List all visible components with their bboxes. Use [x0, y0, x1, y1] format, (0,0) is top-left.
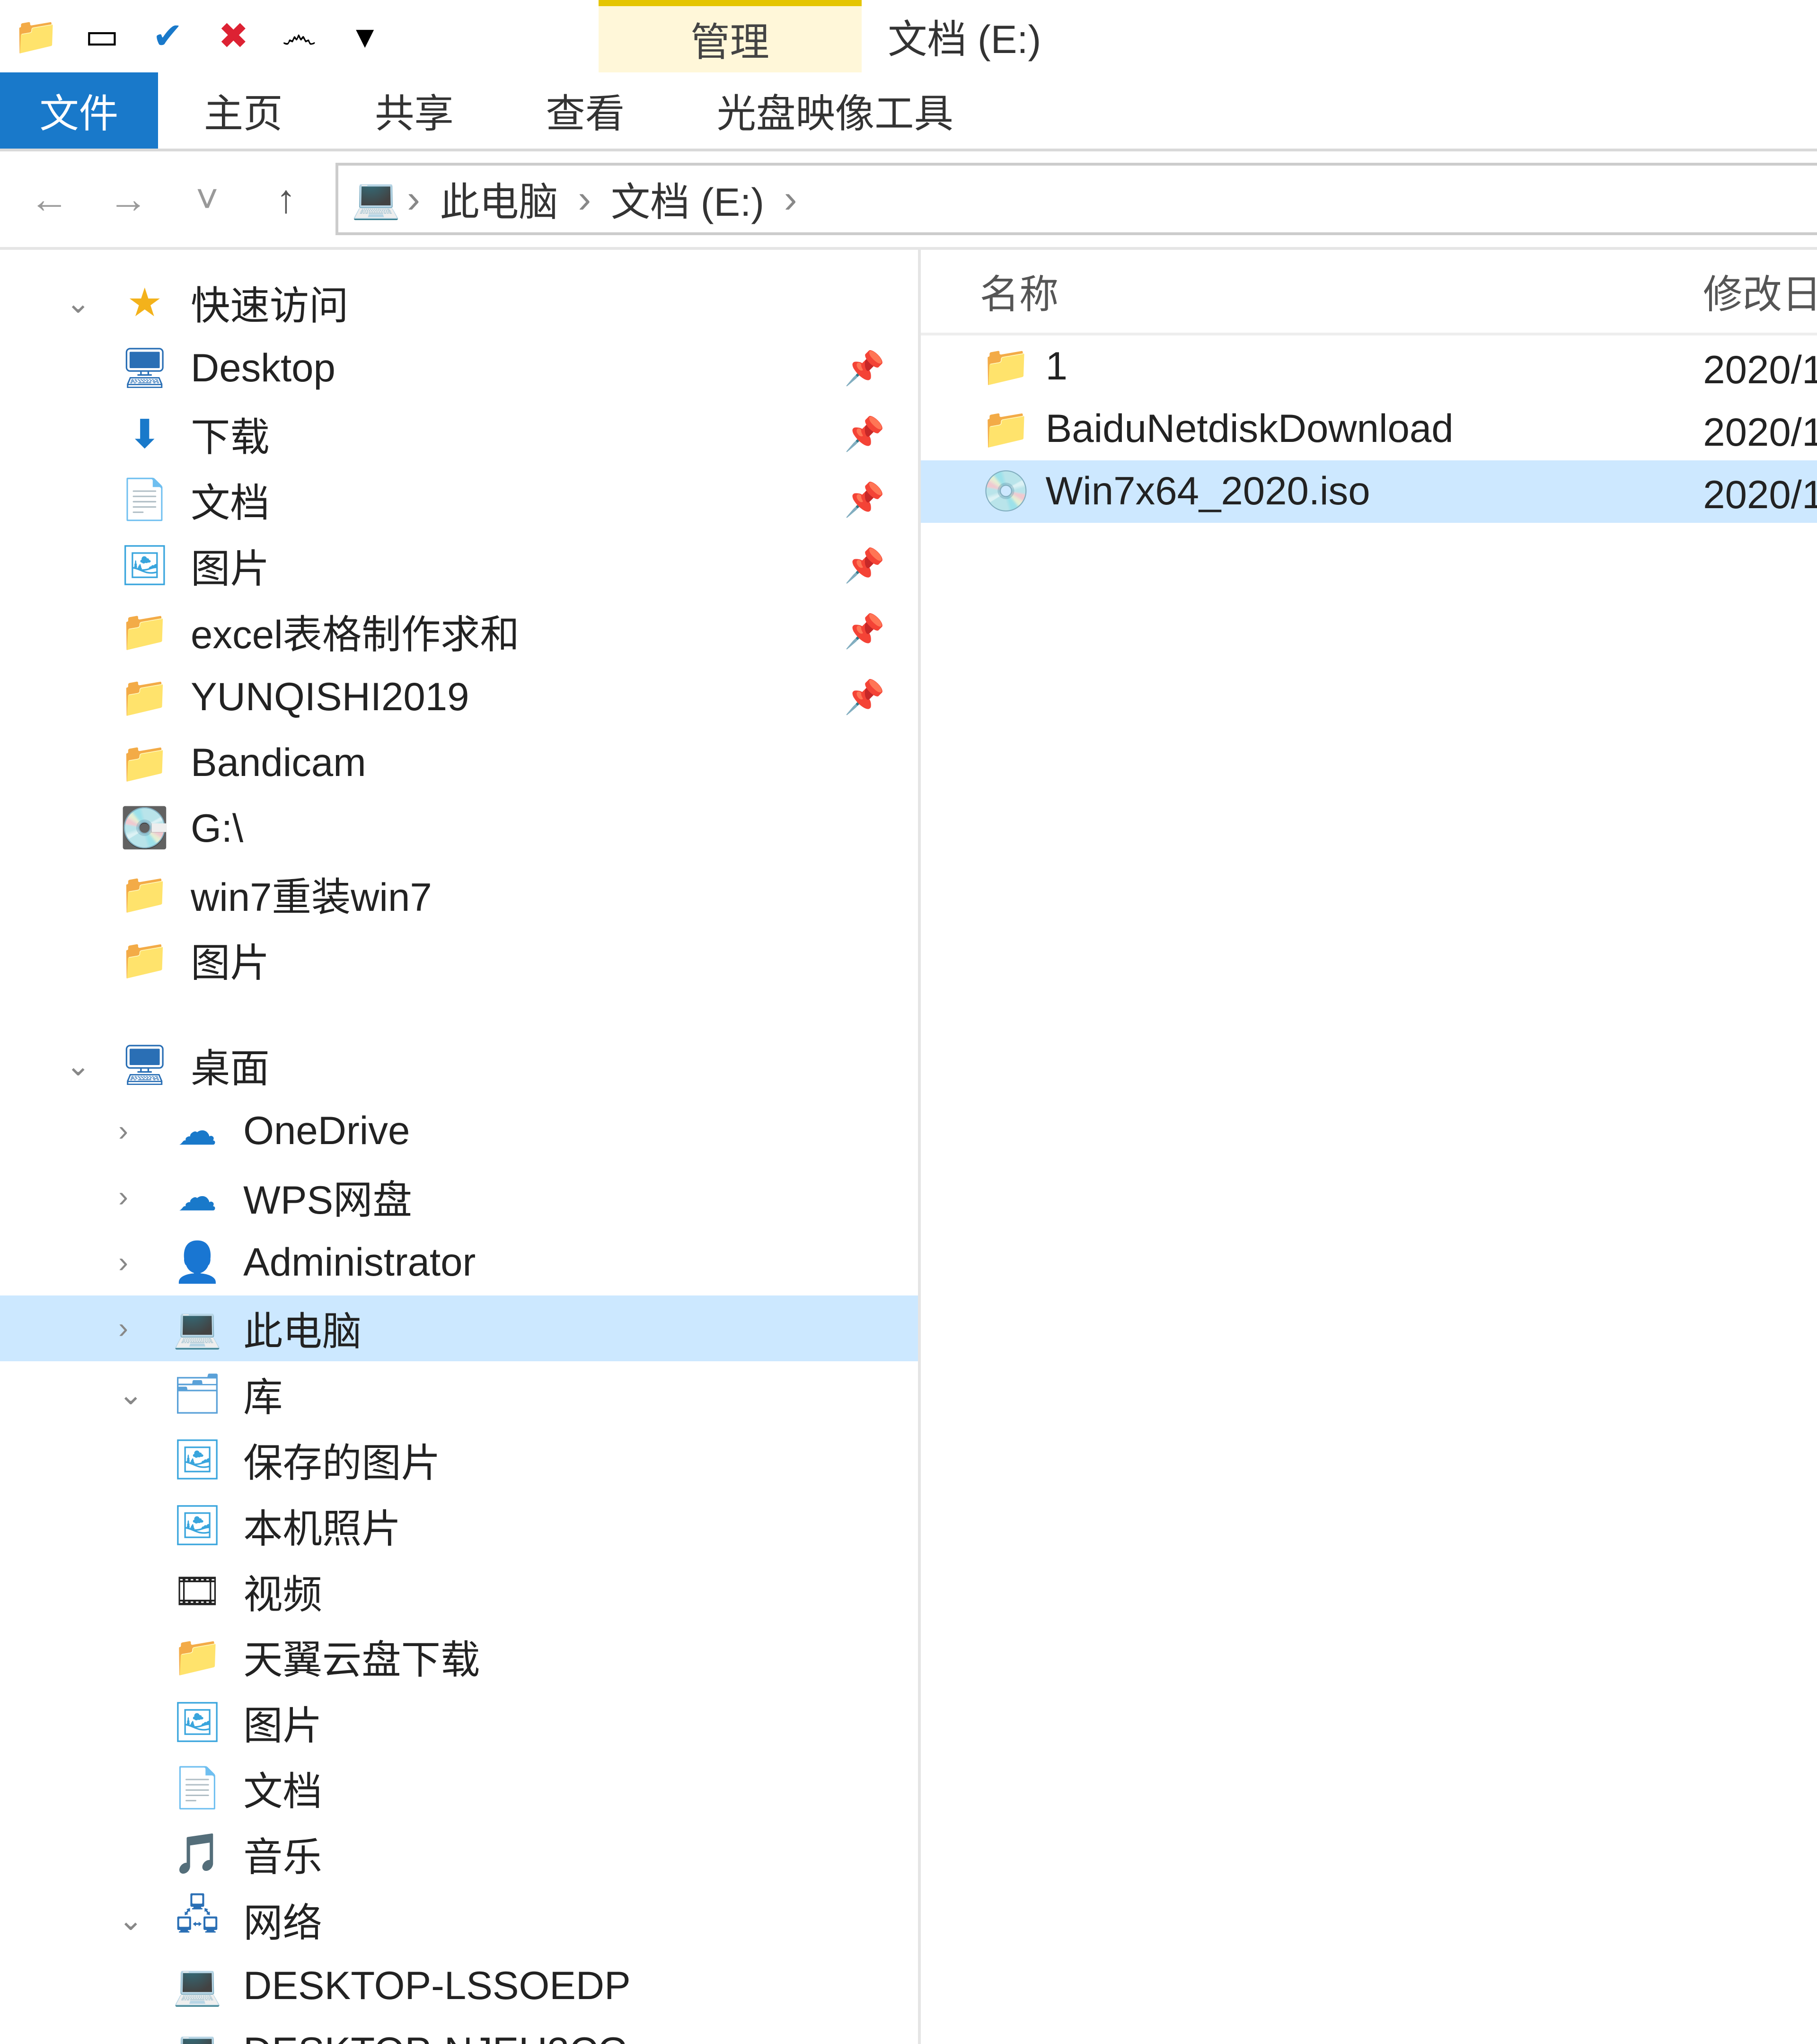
tree-item[interactable]: 📁图片 [0, 927, 918, 993]
tree-item[interactable]: 📁win7重装win7 [0, 861, 918, 927]
pin-icon: 📌 [844, 349, 885, 388]
address-bar: ← → ˅ ↑ 💻 › 此电脑 › 文档 (E:) › ˅ ↻ 搜索"文档 (E… [0, 151, 1817, 250]
tree-net-item[interactable]: 💻DESKTOP-NJEU3CG [0, 2018, 918, 2044]
ribbon-home[interactable]: 主页 [158, 72, 329, 149]
crumb-loc[interactable]: 文档 (E:) [598, 170, 777, 228]
tree-documents[interactable]: 📄文档📌 [0, 467, 918, 533]
nav-up-icon[interactable]: ↑ [256, 176, 316, 222]
tree-network[interactable]: ⌄🖧网络 [0, 1887, 918, 1953]
window-title: 文档 (E:) [888, 0, 1041, 72]
tree-lib-item[interactable]: 🖼图片 [0, 1690, 918, 1755]
nav-tree: ⌄★快速访问 🖥Desktop📌 ⬇下载📌 📄文档📌 🖼图片📌 📁excel表格… [0, 250, 921, 2044]
titlebar: 📁 ▭ ✔ ✖ ෴ ▾ 管理 文档 (E:) — ▢ ✕ [0, 0, 1817, 72]
ribbon-file[interactable]: 文件 [0, 72, 158, 149]
tree-lib-item[interactable]: 🖼本机照片 [0, 1493, 918, 1559]
folder-icon: 📁 [980, 406, 1032, 452]
ribbon-tabs: 文件 主页 共享 查看 光盘映像工具 ˅ ? [0, 72, 1817, 151]
qat-dropdown-icon[interactable]: ▾ [335, 7, 395, 66]
nav-history-icon[interactable]: ˅ [177, 176, 237, 222]
pin-icon: 📌 [844, 546, 885, 585]
file-row[interactable]: 📁1 2020/12/15, 星期二 1... 文件夹 [921, 335, 1817, 398]
nav-fwd-icon: → [98, 176, 158, 222]
chevron-right-icon[interactable]: › [784, 176, 797, 222]
tree-quick-access[interactable]: ⌄★快速访问 [0, 270, 918, 335]
pin-icon: 📌 [844, 678, 885, 716]
tree-item[interactable]: 📁excel表格制作求和📌 [0, 599, 918, 664]
qat-undo-icon[interactable]: ෴ [270, 7, 329, 66]
tree-downloads[interactable]: ⬇下载📌 [0, 401, 918, 467]
column-headers: 名称 修改日期 类型 大小 [921, 250, 1817, 335]
app-icon: 📁 [7, 7, 66, 66]
tree-item[interactable]: 📁YUNQISHI2019📌 [0, 664, 918, 730]
ribbon-share[interactable]: 共享 [329, 72, 500, 149]
crumb-pc[interactable]: 此电脑 [427, 170, 572, 228]
tree-lib-item[interactable]: 🖼保存的图片 [0, 1427, 918, 1493]
qat-delete-icon[interactable]: ✖ [204, 7, 263, 66]
tree-onedrive[interactable]: ›☁OneDrive [0, 1098, 918, 1164]
chevron-right-icon[interactable]: › [578, 176, 591, 222]
folder-icon: 📁 [980, 344, 1032, 389]
pin-icon: 📌 [844, 612, 885, 651]
tree-item[interactable]: 💽G:\ [0, 796, 918, 862]
tree-libraries[interactable]: ⌄🗂库 [0, 1361, 918, 1427]
tree-lib-item[interactable]: 🎞视频 [0, 1559, 918, 1624]
tree-user[interactable]: ›👤Administrator [0, 1230, 918, 1295]
file-list: 名称 修改日期 类型 大小 📁1 2020/12/15, 星期二 1... 文件… [921, 250, 1817, 2044]
file-row[interactable]: 📁BaiduNetdiskDownload 2020/12/25, 星期五 1.… [921, 398, 1817, 460]
tree-this-pc[interactable]: ›💻此电脑 [0, 1295, 918, 1361]
tree-desktop-root[interactable]: ⌄🖥桌面 [0, 1032, 918, 1098]
tree-wps[interactable]: ›☁WPS网盘 [0, 1164, 918, 1230]
tree-lib-item[interactable]: 🎵音乐 [0, 1821, 918, 1887]
contextual-tab-caption: 管理 [599, 0, 862, 72]
tree-item[interactable]: 📁Bandicam [0, 730, 918, 796]
ribbon-disc-tools[interactable]: 光盘映像工具 [670, 72, 999, 149]
col-name[interactable]: 名称 [921, 263, 1677, 320]
breadcrumb[interactable]: 💻 › 此电脑 › 文档 (E:) › [335, 163, 1817, 235]
pin-icon: 📌 [844, 415, 885, 453]
qat-new-folder-icon[interactable]: ✔ [138, 7, 197, 66]
tree-desktop[interactable]: 🖥Desktop📌 [0, 335, 918, 401]
file-row-selected[interactable]: 💿Win7x64_2020.iso 2020/12/25, 星期五 1... 光… [921, 460, 1817, 523]
nav-back-icon[interactable]: ← [20, 176, 79, 222]
chevron-right-icon[interactable]: › [407, 176, 420, 222]
tree-lib-item[interactable]: 📁天翼云盘下载 [0, 1624, 918, 1690]
ribbon-view[interactable]: 查看 [500, 72, 670, 149]
qat-props-icon[interactable]: ▭ [72, 7, 132, 66]
pin-icon: 📌 [844, 481, 885, 519]
pc-icon: 💻 [351, 176, 400, 222]
iso-icon: 💿 [980, 468, 1032, 514]
tree-net-item[interactable]: 💻DESKTOP-LSSOEDP [0, 1953, 918, 2018]
tree-lib-item[interactable]: 📄文档 [0, 1755, 918, 1821]
col-date[interactable]: 修改日期 [1677, 263, 1817, 320]
tree-pictures[interactable]: 🖼图片📌 [0, 533, 918, 599]
